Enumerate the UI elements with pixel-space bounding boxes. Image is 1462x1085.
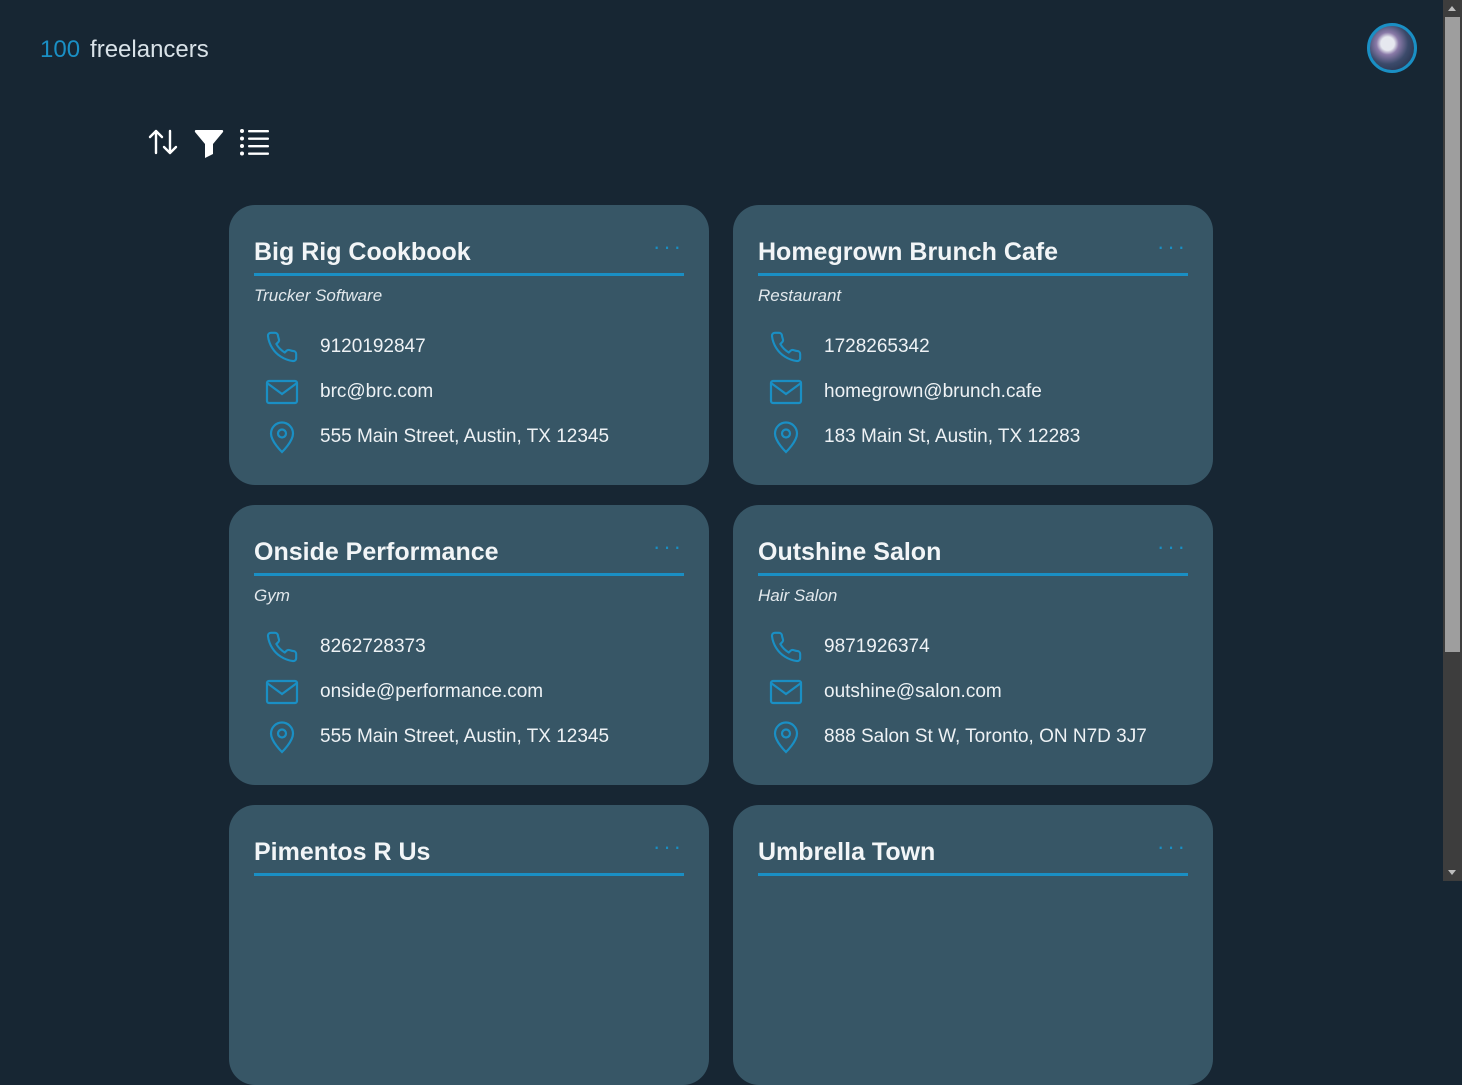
address-row: 555 Main Street, Austin, TX 12345 xyxy=(254,414,684,459)
page-header: 100 freelancers xyxy=(40,36,209,64)
more-options-icon[interactable]: ··· xyxy=(653,836,684,862)
card-title: Outshine Salon xyxy=(758,537,942,566)
avatar[interactable] xyxy=(1367,23,1417,73)
sort-icon[interactable] xyxy=(146,124,180,160)
location-pin-icon xyxy=(264,719,300,755)
freelancer-count: 100 xyxy=(40,36,81,63)
freelancer-card[interactable]: Homegrown Brunch Cafe ··· Restaurant 172… xyxy=(733,205,1213,485)
scrollbar-thumb[interactable] xyxy=(1445,17,1460,652)
address-row: 183 Main St, Austin, TX 12283 xyxy=(758,414,1188,459)
card-title: Umbrella Town xyxy=(758,837,936,866)
email-row: brc@brc.com xyxy=(254,369,684,414)
phone-icon xyxy=(768,329,804,365)
card-type: Restaurant xyxy=(758,286,842,305)
more-options-icon[interactable]: ··· xyxy=(1157,836,1188,862)
email-row: onside@performance.com xyxy=(254,669,684,714)
card-type: Hair Salon xyxy=(758,586,838,605)
more-options-icon[interactable]: ··· xyxy=(1157,536,1188,562)
toolbar xyxy=(146,124,272,160)
card-header: Homegrown Brunch Cafe ··· xyxy=(758,235,1188,276)
card-header: Umbrella Town ··· xyxy=(758,835,1188,876)
freelancer-card[interactable]: Umbrella Town ··· xyxy=(733,805,1213,1085)
mail-icon xyxy=(768,674,804,710)
card-title: Homegrown Brunch Cafe xyxy=(758,237,1059,266)
location-pin-icon xyxy=(768,419,804,455)
vertical-scrollbar[interactable] xyxy=(1443,0,1462,881)
phone-row: 9871926374 xyxy=(758,624,1188,669)
email-address[interactable]: outshine@salon.com xyxy=(824,681,1002,703)
phone-number: 9120192847 xyxy=(320,335,426,357)
freelancer-card[interactable]: Outshine Salon ··· Hair Salon 9871926374… xyxy=(733,505,1213,785)
phone-number: 9871926374 xyxy=(824,635,930,657)
phone-icon xyxy=(264,329,300,365)
location-pin-icon xyxy=(768,719,804,755)
scroll-up-arrow-icon[interactable] xyxy=(1448,6,1456,11)
phone-icon xyxy=(768,629,804,665)
scroll-down-arrow-icon[interactable] xyxy=(1448,870,1456,875)
freelancer-card[interactable]: Onside Performance ··· Gym 8262728373 on… xyxy=(229,505,709,785)
street-address: 888 Salon St W, Toronto, ON N7D 3J7 xyxy=(824,725,1147,747)
freelancer-card[interactable]: Pimentos R Us ··· xyxy=(229,805,709,1085)
card-type: Gym xyxy=(254,586,290,605)
freelancer-label: freelancers xyxy=(90,36,209,63)
email-address[interactable]: homegrown@brunch.cafe xyxy=(824,381,1042,403)
card-type: Trucker Software xyxy=(254,286,383,305)
more-options-icon[interactable]: ··· xyxy=(1157,236,1188,262)
email-row: outshine@salon.com xyxy=(758,669,1188,714)
email-address[interactable]: brc@brc.com xyxy=(320,381,433,403)
email-address[interactable]: onside@performance.com xyxy=(320,681,543,703)
phone-row: 1728265342 xyxy=(758,324,1188,369)
list-icon[interactable] xyxy=(238,124,272,160)
phone-row: 8262728373 xyxy=(254,624,684,669)
card-header: Big Rig Cookbook ··· xyxy=(254,235,684,276)
address-row: 888 Salon St W, Toronto, ON N7D 3J7 xyxy=(758,714,1188,759)
location-pin-icon xyxy=(264,419,300,455)
card-header: Pimentos R Us ··· xyxy=(254,835,684,876)
freelancer-card[interactable]: Big Rig Cookbook ··· Trucker Software 91… xyxy=(229,205,709,485)
card-grid: Big Rig Cookbook ··· Trucker Software 91… xyxy=(229,205,1213,1085)
card-title: Big Rig Cookbook xyxy=(254,237,471,266)
phone-icon xyxy=(264,629,300,665)
card-header: Outshine Salon ··· xyxy=(758,535,1188,576)
mail-icon xyxy=(264,374,300,410)
mail-icon xyxy=(768,374,804,410)
email-row: homegrown@brunch.cafe xyxy=(758,369,1188,414)
phone-row: 9120192847 xyxy=(254,324,684,369)
street-address: 555 Main Street, Austin, TX 12345 xyxy=(320,425,610,447)
street-address: 555 Main Street, Austin, TX 12345 xyxy=(320,725,610,747)
address-row: 555 Main Street, Austin, TX 12345 xyxy=(254,714,684,759)
more-options-icon[interactable]: ··· xyxy=(653,536,684,562)
card-title: Pimentos R Us xyxy=(254,837,431,866)
filter-icon[interactable] xyxy=(192,124,226,160)
card-header: Onside Performance ··· xyxy=(254,535,684,576)
card-title: Onside Performance xyxy=(254,537,499,566)
phone-number: 8262728373 xyxy=(320,635,426,657)
phone-number: 1728265342 xyxy=(824,335,930,357)
street-address: 183 Main St, Austin, TX 12283 xyxy=(824,425,1081,447)
more-options-icon[interactable]: ··· xyxy=(653,236,684,262)
mail-icon xyxy=(264,674,300,710)
